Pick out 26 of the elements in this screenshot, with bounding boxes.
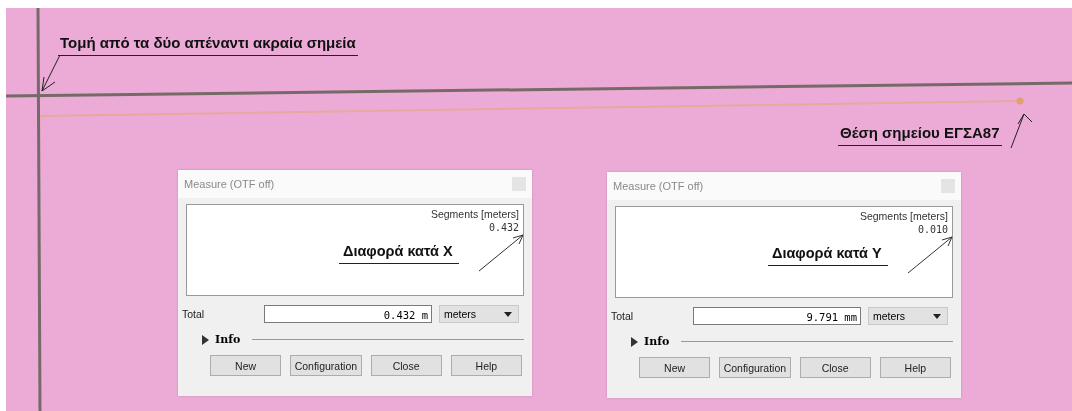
total-label: Total [611,310,635,322]
annotation-text: Τομή από τα δύο απέναντι ακραία σημεία [58,34,358,56]
units-dropdown[interactable]: meters [439,305,519,323]
dialog-button[interactable]: Configuration [290,355,362,376]
window-title: Measure (OTF off) [184,178,275,190]
total-label: Total [182,308,206,320]
info-section-label[interactable]: Info [644,335,670,348]
dialog-button[interactable]: Help [879,357,951,378]
dialog-button[interactable]: New [210,355,282,376]
callout-text: Διαφορά κατά X [339,243,459,264]
dialog-button[interactable]: Configuration [719,357,791,378]
window-title: Measure (OTF off) [613,180,704,192]
dialog-button[interactable]: Close [370,355,442,376]
segment-value: 0.432 [488,222,519,233]
segments-header: Segments [meters] [430,208,519,220]
info-section-label[interactable]: Info [215,333,241,346]
dialog-button[interactable]: Help [450,355,522,376]
dialog-button[interactable]: New [639,357,711,378]
units-dropdown[interactable]: meters [868,307,948,325]
segments-header: Segments [meters] [859,210,948,222]
dialog-button[interactable]: Close [799,357,871,378]
annotation-text: Θέση σημείου ΕΓΣΑ87 [838,124,1002,146]
total-field[interactable]: 0.432 m [264,305,432,323]
callout-text: Διαφορά κατά Y [768,245,888,266]
segment-value: 0.010 [917,224,948,235]
total-field[interactable]: 9.791 mm [693,307,861,325]
